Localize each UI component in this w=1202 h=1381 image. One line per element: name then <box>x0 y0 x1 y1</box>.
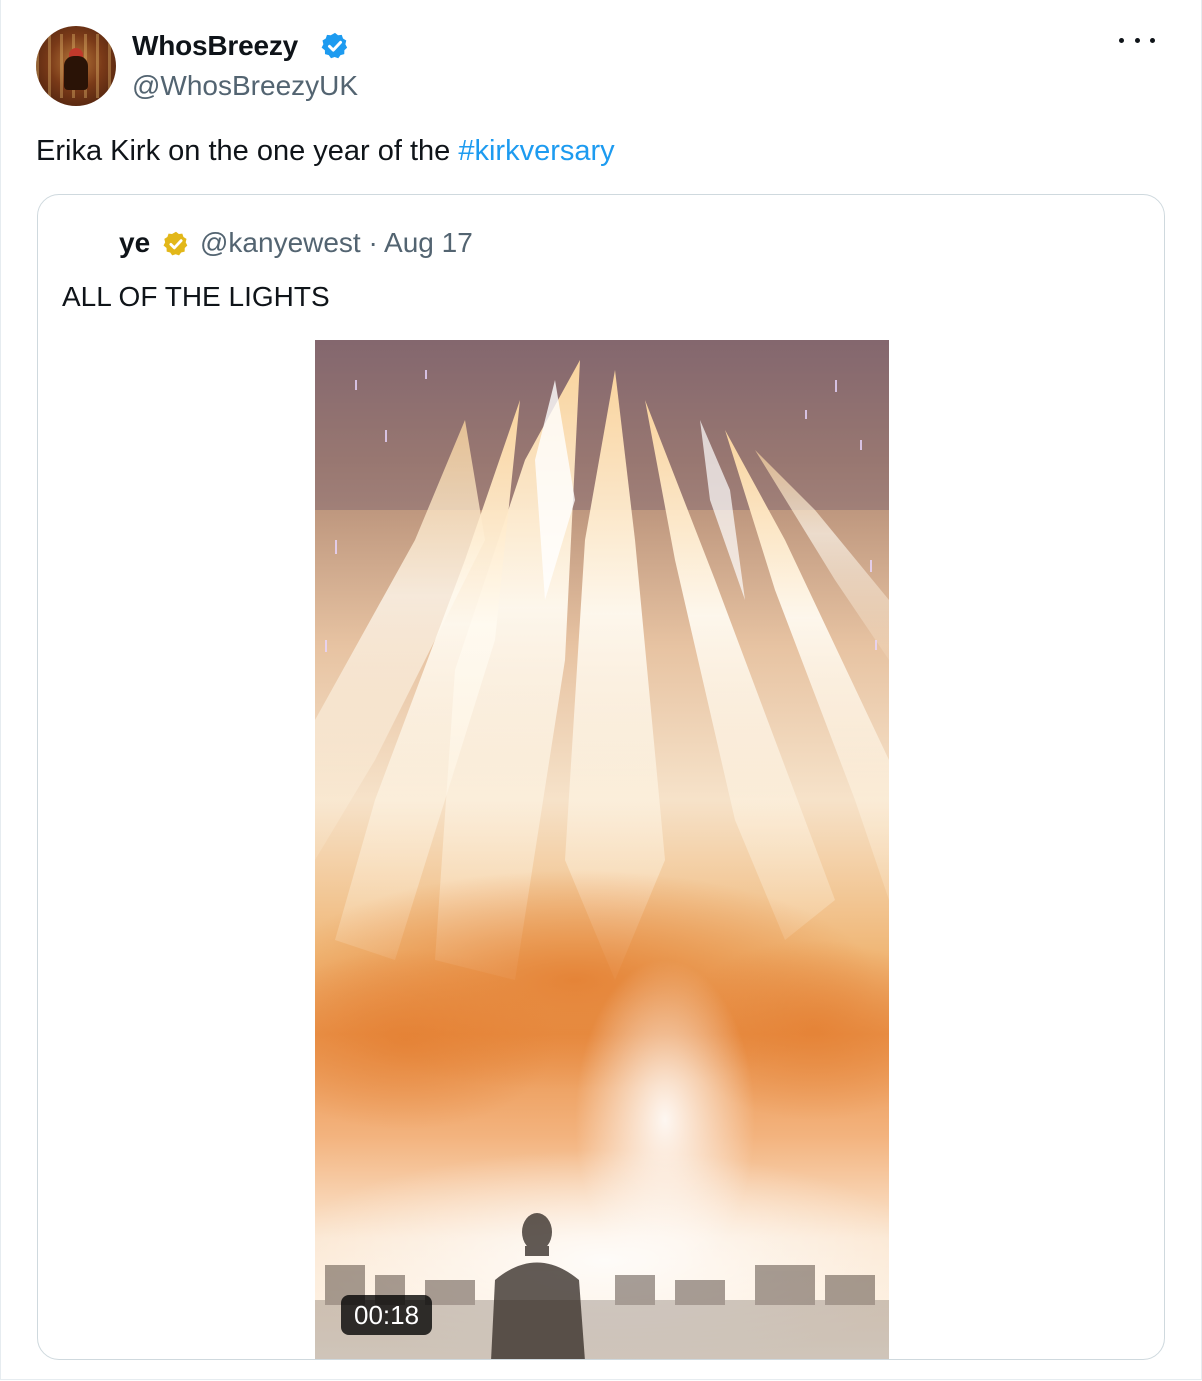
verified-badge-blue-icon[interactable] <box>320 31 350 61</box>
hashtag-link[interactable]: #kirkversary <box>458 135 614 167</box>
tweet-card[interactable]: WhosBreezy @WhosBreezyUK Erika Kirk on t… <box>0 0 1202 1380</box>
tweet-text-body: Erika Kirk on the one year of the <box>36 135 459 167</box>
author-handle[interactable]: @WhosBreezyUK <box>132 70 358 102</box>
author-display-name[interactable]: WhosBreezy <box>132 30 298 62</box>
video-player[interactable]: 00:18 <box>315 340 889 1359</box>
video-duration-badge: 00:18 <box>341 1295 433 1335</box>
author-avatar[interactable] <box>36 26 116 106</box>
quoted-author-avatar[interactable] <box>64 227 112 275</box>
avatar-figure <box>64 56 88 90</box>
more-dot <box>1150 37 1155 43</box>
quoted-handle-and-date[interactable]: @kanyewest · Aug 17 <box>200 227 473 259</box>
quoted-tweet[interactable]: ye @kanyewest · Aug 17 ALL OF THE LIGHTS <box>37 194 1165 1360</box>
tweet-text: Erika Kirk on the one year of the #kirkv… <box>36 133 615 169</box>
quoted-author-display-name[interactable]: ye <box>119 227 150 259</box>
quoted-tweet-text: ALL OF THE LIGHTS <box>62 281 330 312</box>
more-horizontal-icon[interactable] <box>1119 28 1155 52</box>
more-dot <box>1119 37 1124 43</box>
video-thumbnail-fireworks <box>315 340 889 1359</box>
verified-badge-gold-icon[interactable] <box>162 230 190 258</box>
more-dot <box>1134 37 1140 43</box>
